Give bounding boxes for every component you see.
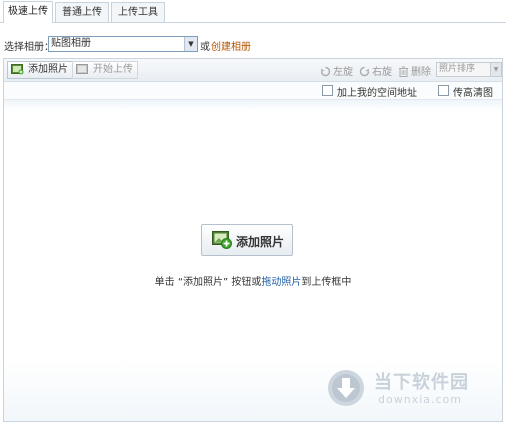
watermark-title: 当下软件园	[374, 372, 469, 393]
download-logo-icon	[328, 370, 364, 406]
upload-icon	[76, 64, 88, 74]
hint-suffix: 到上传框中	[301, 277, 352, 288]
hd-upload-checkbox[interactable]	[438, 85, 449, 96]
add-photo-button[interactable]: 添加照片	[7, 61, 73, 79]
drop-hint: 单击 “添加照片” 按钮或拖动照片到上传框中	[4, 273, 502, 288]
album-label: 选择相册：	[4, 42, 54, 53]
add-photo-icon	[212, 231, 232, 249]
album-select[interactable]: 贴图相册 ▼	[48, 36, 198, 52]
add-photo-icon	[11, 64, 24, 75]
start-upload-label: 开始上传	[93, 64, 133, 75]
watermark: 当下软件园 downxia.com	[326, 368, 491, 408]
chevron-down-icon[interactable]: ▼	[490, 63, 501, 76]
watermark-url: downxia.com	[378, 393, 462, 406]
or-text: 或	[200, 42, 210, 53]
album-selected-value: 贴图相册	[51, 38, 91, 49]
trash-icon	[399, 66, 408, 77]
chevron-down-icon[interactable]: ▼	[184, 37, 197, 51]
tab-normal-upload[interactable]: 普通上传	[55, 2, 109, 22]
delete-button[interactable]: 删除	[398, 63, 431, 78]
delete-label: 删除	[411, 67, 431, 78]
tab-fast-upload[interactable]: 极速上传	[3, 1, 53, 23]
toolbar: 添加照片 开始上传 左旋 右旋 删除 照片排序 ▼	[4, 59, 502, 82]
photo-sort-value: 照片排序	[439, 64, 476, 74]
hint-prefix: 单击 “添加照片” 按钮或	[154, 277, 262, 288]
drag-photo-link[interactable]: 拖动照片	[261, 277, 301, 288]
rotate-right-label: 右旋	[372, 67, 392, 78]
tab-bar: 极速上传 普通上传 上传工具	[0, 0, 506, 23]
options-row: 加上我的空间地址 传高清图	[4, 82, 502, 100]
photo-sort-select[interactable]: 照片排序 ▼	[436, 62, 502, 77]
tab-upload-tool[interactable]: 上传工具	[111, 2, 165, 22]
rotate-right-button[interactable]: 右旋	[359, 63, 392, 78]
rotate-left-icon	[320, 66, 331, 77]
add-space-address-checkbox[interactable]	[322, 85, 333, 96]
add-space-address-label: 加上我的空间地址	[337, 88, 417, 99]
rotate-left-label: 左旋	[333, 67, 353, 78]
add-photo-big-label: 添加照片	[236, 235, 285, 249]
rotate-left-button[interactable]: 左旋	[320, 63, 353, 78]
add-photo-label: 添加照片	[28, 64, 68, 75]
create-album-link[interactable]: 创建相册	[211, 38, 251, 53]
rotate-right-icon	[359, 66, 370, 77]
hd-upload-label: 传高清图	[453, 88, 493, 99]
start-upload-button[interactable]: 开始上传	[72, 61, 138, 79]
add-photo-big-button[interactable]: 添加照片	[201, 224, 293, 256]
